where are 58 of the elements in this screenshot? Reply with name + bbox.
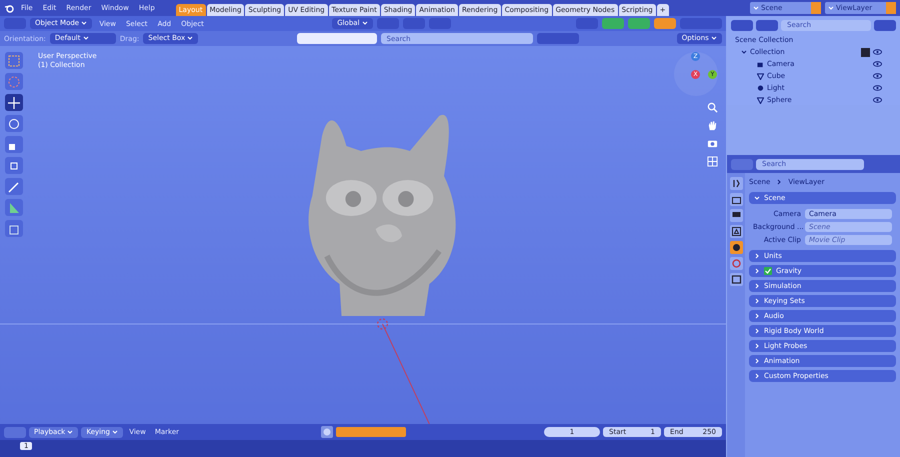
hand-icon[interactable] xyxy=(707,120,718,131)
caret-icon xyxy=(754,358,760,364)
caret-icon xyxy=(828,5,834,11)
caret-icon xyxy=(754,298,760,304)
checkbox[interactable] xyxy=(764,267,772,275)
caret-icon xyxy=(754,328,760,334)
filter-view-button[interactable] xyxy=(756,20,778,30)
overlay-toggle-button[interactable] xyxy=(628,18,650,29)
3d-cursor-icon xyxy=(377,318,388,330)
view-layer-tab-icon[interactable] xyxy=(730,225,742,238)
collection-tab-icon[interactable] xyxy=(730,273,742,286)
rotate-tool-icon[interactable] xyxy=(5,115,23,132)
eye-icon[interactable] xyxy=(873,61,882,67)
tool-tab-icon[interactable] xyxy=(730,177,742,190)
light-bulb-icon xyxy=(757,84,764,92)
move-tool-icon[interactable] xyxy=(5,94,23,111)
include-checkbox[interactable] xyxy=(861,48,870,56)
add-tool-icon[interactable] xyxy=(5,220,23,237)
eye-icon[interactable] xyxy=(873,73,882,79)
chevron-right-icon xyxy=(776,179,782,185)
caret-icon xyxy=(754,343,760,349)
triangle-icon xyxy=(757,72,764,80)
camera-icon xyxy=(757,60,764,68)
annotate-tool-icon[interactable] xyxy=(5,178,23,195)
select-tool-icon[interactable] xyxy=(5,52,23,69)
transform-tool-icon[interactable] xyxy=(5,157,23,174)
triangle-icon xyxy=(757,96,764,104)
caret-icon xyxy=(187,35,194,42)
caret-icon xyxy=(82,35,89,42)
caret-icon xyxy=(753,5,759,11)
caret-icon xyxy=(362,20,368,26)
caret-icon xyxy=(754,268,760,274)
record-button-icon[interactable] xyxy=(320,426,333,438)
camera-icon[interactable] xyxy=(707,138,718,149)
output-tab-icon[interactable] xyxy=(730,209,742,222)
scale-tool-icon[interactable] xyxy=(5,136,23,153)
expand-caret-icon[interactable] xyxy=(741,49,747,55)
caret-icon xyxy=(754,373,760,379)
xray-toggle-button[interactable] xyxy=(654,18,676,29)
measure-tool-icon[interactable] xyxy=(5,199,23,216)
caret-icon xyxy=(711,35,718,42)
render-tab-icon[interactable] xyxy=(730,193,742,206)
zoom-icon[interactable] xyxy=(707,102,718,113)
caret-icon xyxy=(754,253,760,259)
caret-icon xyxy=(112,428,118,435)
filter-button[interactable] xyxy=(874,20,896,30)
caret-icon xyxy=(754,195,760,201)
grid-icon[interactable] xyxy=(707,156,718,167)
scene-tab-icon[interactable] xyxy=(730,241,742,254)
eye-icon[interactable] xyxy=(873,97,882,103)
eye-icon[interactable] xyxy=(873,49,882,55)
caret-icon xyxy=(754,283,760,289)
caret-icon xyxy=(81,20,88,26)
caret-icon xyxy=(67,428,74,435)
display-mode-button[interactable] xyxy=(731,20,753,30)
eye-icon[interactable] xyxy=(873,85,882,91)
caret-icon xyxy=(754,313,760,319)
gizmo-toggle-button[interactable] xyxy=(602,18,624,29)
